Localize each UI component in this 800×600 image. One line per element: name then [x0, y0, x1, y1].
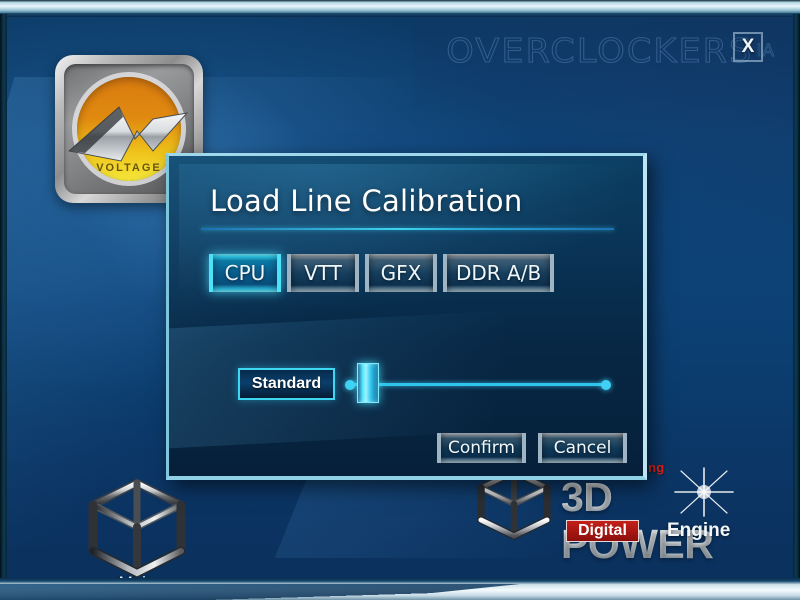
wireframe-cube-icon	[88, 478, 186, 578]
window-left-frame	[0, 14, 7, 586]
close-icon[interactable]: X	[733, 32, 763, 62]
cancel-button-label: Cancel	[553, 438, 612, 458]
slider-max-dot	[601, 380, 611, 390]
calibration-value-display[interactable]: Standard	[238, 368, 335, 400]
cancel-button[interactable]: Cancel	[538, 433, 627, 463]
confirm-button-label: Confirm	[447, 438, 515, 458]
main-cube-icon[interactable]	[77, 465, 197, 578]
desktop-canvas: OVERCLOCKERS IA X VOLTAGE 3D POWER Digit…	[7, 17, 793, 578]
slider-track[interactable]	[350, 383, 606, 386]
tab-ddr-ab-label: DDR A/B	[456, 261, 542, 285]
overclockers-watermark: OVERCLOCKERS	[446, 31, 754, 71]
dialog-title: Load Line Calibration	[210, 184, 523, 218]
tab-vtt-label: VTT	[304, 261, 342, 285]
logo-digital-badge: Digital	[566, 520, 639, 542]
tab-vtt[interactable]: VTT	[287, 254, 359, 292]
window-bottom-chrome	[0, 578, 800, 600]
calibration-slider[interactable]	[345, 363, 611, 403]
tab-cpu[interactable]: CPU	[209, 254, 281, 292]
tab-cpu-label: CPU	[224, 261, 266, 285]
application-window: OVERCLOCKERS IA X VOLTAGE 3D POWER Digit…	[0, 0, 800, 600]
calibration-tabs: CPU VTT GFX DDR A/B	[209, 254, 555, 292]
dialog-title-separator	[201, 228, 614, 230]
window-right-frame	[793, 14, 800, 586]
confirm-button[interactable]: Confirm	[437, 433, 526, 463]
tab-ddr-ab[interactable]: DDR A/B	[443, 254, 555, 292]
slider-handle[interactable]	[357, 363, 380, 403]
load-line-calibration-dialog: Load Line Calibration CPU VTT GFX DDR A/…	[166, 153, 647, 480]
slider-min-dot	[345, 380, 355, 390]
logo-engine-text: Engine	[667, 520, 731, 541]
dialog-actions: Confirm Cancel	[437, 433, 627, 463]
tab-gfx[interactable]: GFX	[365, 254, 437, 292]
tab-gfx-label: GFX	[380, 261, 422, 285]
window-top-chrome	[0, 0, 800, 14]
